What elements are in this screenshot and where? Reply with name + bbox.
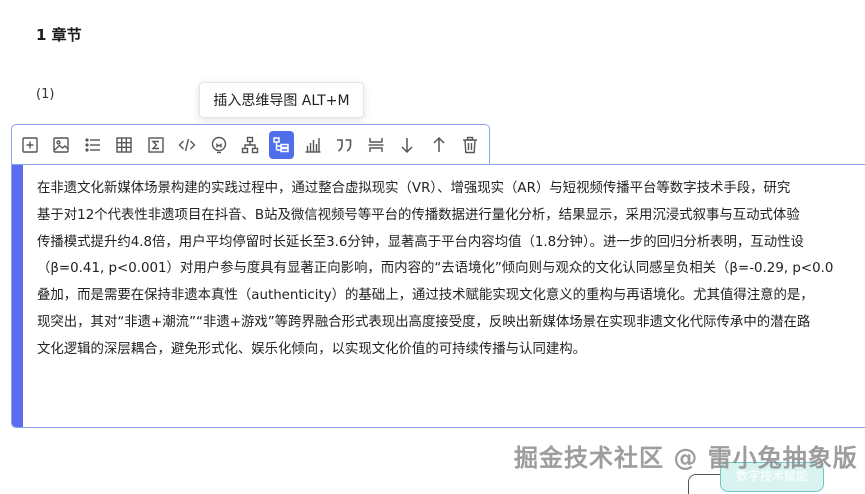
quote-icon (337, 138, 352, 152)
text-line: 文化逻辑的深层耦合，避免形式化、娱乐化倾向，以实现文化价值的可持续传播与认同建构… (37, 341, 587, 357)
insert-mindmap-button[interactable] (268, 130, 295, 159)
idea-icon (211, 136, 226, 153)
insert-quote-button[interactable] (332, 131, 357, 159)
org-chart-icon (241, 136, 259, 153)
move-block-down-button[interactable] (395, 131, 420, 159)
insert-list-button[interactable] (80, 131, 105, 159)
delete-block-button[interactable] (458, 131, 483, 159)
formula-icon (147, 136, 164, 153)
insert-code-button[interactable] (174, 131, 199, 159)
move-block-up-button[interactable] (426, 131, 451, 159)
text-line: 基于对12个代表性非遗项目在抖音、B站及微信视频号等平台的传播数据进行量化分析，… (37, 207, 800, 223)
chapter-title: 1 章节 (36, 26, 82, 44)
watermark: 掘金技术社区 @ 雷小兔抽象版 (514, 444, 858, 472)
insert-page-break-button[interactable] (363, 131, 388, 159)
list-icon (85, 137, 100, 152)
block-toolbar (11, 124, 490, 164)
mindmap-tooltip: 插入思维导图 ALT+M (199, 82, 364, 118)
paragraph-text[interactable]: 在非遗文化新媒体场景构建的实践过程中，通过整合虚拟现实（VR）、增强现实（AR）… (37, 176, 865, 364)
move-up-icon (433, 136, 445, 152)
insert-image-button[interactable] (48, 131, 73, 159)
insert-org-chart-button[interactable] (237, 131, 262, 159)
text-line: （β=0.41, p<0.001）对用户参与度具有显著正向影响，而内容的“去语境… (37, 261, 834, 277)
bar-chart-icon (305, 137, 321, 153)
insert-idea-button[interactable] (206, 131, 231, 159)
move-down-icon (401, 137, 413, 153)
plus-box-icon (22, 136, 38, 153)
table-icon (116, 136, 132, 153)
image-icon (53, 136, 69, 153)
insert-formula-button[interactable] (143, 131, 168, 159)
insert-table-button[interactable] (111, 131, 136, 159)
text-line: 现突出，其对“非遗+潮流”“非遗+游戏”等跨界融合形式表现出高度接受度，反映出新… (37, 314, 811, 330)
paragraph-marker: (1) (36, 87, 55, 102)
code-icon (178, 138, 196, 151)
text-line: 传播模式提升约4.8倍，用户平均停留时长延长至3.6分钟，显著高于平台内容均值（… (37, 234, 804, 250)
text-line: 叠加，而是需要在保持非遗本真性（authenticity）的基础上，通过技术赋能… (37, 288, 814, 304)
mindmap-icon (273, 136, 290, 152)
page-break-icon (368, 137, 384, 152)
tooltip-text: 插入思维导图 ALT+M (213, 93, 350, 109)
block-selection-bar (12, 165, 23, 427)
insert-chart-button[interactable] (300, 131, 325, 159)
delete-icon (463, 136, 478, 153)
paragraph-editor[interactable]: 在非遗文化新媒体场景构建的实践过程中，通过整合虚拟现实（VR）、增强现实（AR）… (11, 164, 865, 428)
text-line: 在非遗文化新媒体场景构建的实践过程中，通过整合虚拟现实（VR）、增强现实（AR）… (37, 181, 791, 196)
insert-block-button[interactable] (17, 131, 42, 159)
